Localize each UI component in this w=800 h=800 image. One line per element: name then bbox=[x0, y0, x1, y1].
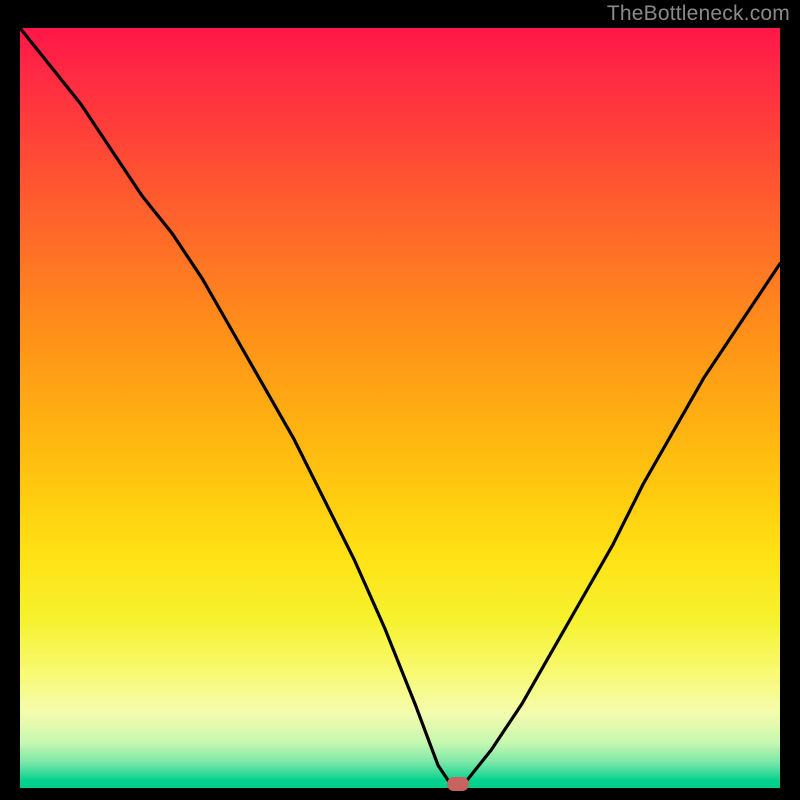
curve-line bbox=[20, 28, 780, 788]
bottleneck-curve bbox=[20, 28, 780, 788]
minimum-marker bbox=[447, 777, 469, 791]
watermark-text: TheBottleneck.com bbox=[607, 2, 790, 26]
plot-area bbox=[20, 28, 780, 788]
chart-frame: TheBottleneck.com bbox=[0, 0, 800, 800]
